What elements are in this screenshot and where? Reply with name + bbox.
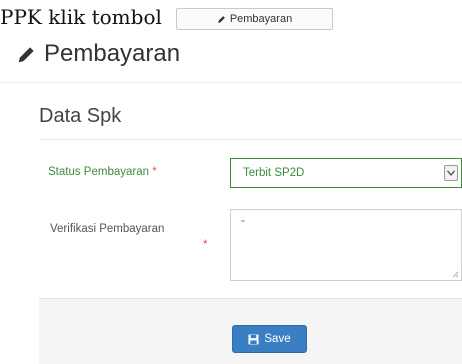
section-divider xyxy=(39,139,462,140)
status-pembayaran-select[interactable]: Terbit SP2D xyxy=(230,158,462,188)
status-pembayaran-value: Terbit SP2D xyxy=(243,167,305,179)
verifikasi-pembayaran-value: - xyxy=(241,215,245,227)
pencil-icon xyxy=(18,46,34,62)
required-marker: * xyxy=(152,166,157,178)
floppy-disk-icon xyxy=(248,333,259,345)
status-pembayaran-label: Status Pembayaran * xyxy=(48,166,157,178)
chevron-down-icon[interactable] xyxy=(444,165,458,181)
instruction-label: PPK klik tombol xyxy=(0,5,162,29)
section-title: Data Spk xyxy=(39,105,122,127)
verifikasi-pembayaran-label: Verifikasi Pembayaran xyxy=(50,223,220,235)
resize-grip-icon[interactable] xyxy=(451,270,459,278)
title-divider xyxy=(0,82,462,83)
verifikasi-required-marker: * xyxy=(203,239,207,251)
verifikasi-pembayaran-textarea[interactable]: - xyxy=(230,209,462,281)
pencil-icon xyxy=(217,15,225,23)
pembayaran-button[interactable]: Pembayaran xyxy=(176,8,333,30)
page-title-text: Pembayaran xyxy=(44,40,181,67)
save-button-label: Save xyxy=(264,333,291,345)
instruction-text: PPK klik tombol xyxy=(0,0,162,34)
screenshot-root: PPK klik tombol Pembayaran Pembayaran Da… xyxy=(0,0,462,364)
status-pembayaran-label-text: Status Pembayaran xyxy=(48,166,150,178)
required-marker: * xyxy=(203,239,208,251)
verifikasi-pembayaran-label-text: Verifikasi Pembayaran xyxy=(50,223,165,235)
pembayaran-button-label: Pembayaran xyxy=(229,13,293,25)
page-title: Pembayaran xyxy=(17,40,180,68)
save-button[interactable]: Save xyxy=(232,325,307,353)
